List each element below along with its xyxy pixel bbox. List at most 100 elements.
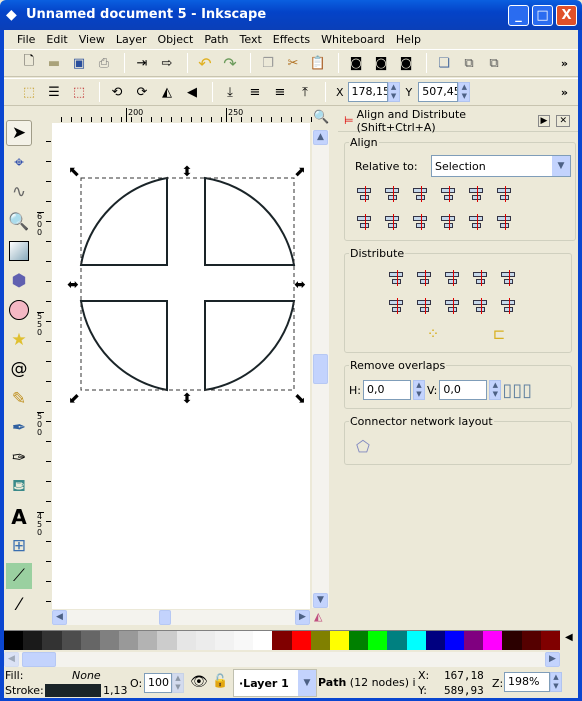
deselect-icon[interactable]: ⬚ <box>68 81 90 103</box>
color-swatch[interactable] <box>291 631 311 650</box>
panel-menu-button[interactable]: ▶ <box>537 114 551 127</box>
align-bottom-to-top-button[interactable] <box>351 208 379 236</box>
align-baseline-vertical-button[interactable] <box>491 208 519 236</box>
scroll-right-button[interactable]: ▶ <box>295 610 310 625</box>
color-swatch[interactable] <box>272 631 292 650</box>
new-document-icon[interactable]: 🗋 <box>18 52 40 74</box>
distribute-baseline-v-button[interactable] <box>495 292 523 320</box>
color-swatch[interactable] <box>80 631 100 650</box>
duplicate-icon[interactable]: ❏ <box>433 52 455 74</box>
h-spinner[interactable]: ▲ ▼ <box>412 380 425 400</box>
scroll-down-button[interactable]: ▼ <box>313 593 328 608</box>
color-swatch[interactable] <box>99 631 120 650</box>
menu-file[interactable]: File <box>12 30 41 49</box>
horizontal-scrollbar[interactable]: ◀ ▶ <box>52 610 310 625</box>
color-swatch[interactable] <box>61 631 81 650</box>
stroke-width[interactable]: 1,13 <box>103 684 128 697</box>
color-swatch[interactable] <box>540 631 560 650</box>
palette-menu-icon[interactable]: ◀ <box>565 632 573 643</box>
scroll-up-button[interactable]: ▲ <box>313 130 328 145</box>
toolbar-overflow-button[interactable]: » <box>561 57 568 70</box>
menu-whiteboard[interactable]: Whiteboard <box>316 30 391 49</box>
opacity-spinner[interactable]: ▲ ▼ <box>172 673 184 693</box>
menu-edit[interactable]: Edit <box>41 30 73 49</box>
zoom-tool-icon[interactable]: 🔍 <box>6 209 32 235</box>
color-swatch[interactable] <box>214 631 235 650</box>
distribute-center-h-button[interactable] <box>411 264 439 292</box>
color-swatch[interactable] <box>195 631 215 650</box>
flip-horizontal-icon[interactable]: ◭ <box>156 81 178 103</box>
drawing-canvas[interactable]: ⬉ ⬍ ⬈ ⬌ ⬌ ⬋ ⬍ ⬊ <box>52 123 310 609</box>
color-swatch[interactable] <box>253 631 273 650</box>
x-spinner[interactable]: ▲ ▼ <box>387 82 400 102</box>
rotate-cw-icon[interactable]: ⟳ <box>131 81 153 103</box>
horizontal-scroll-thumb[interactable] <box>159 610 171 625</box>
pen-tool-icon[interactable]: ✒ <box>6 415 32 441</box>
import-icon[interactable]: ⇥ <box>131 52 153 74</box>
text-tool-icon[interactable]: A <box>6 504 32 530</box>
tweak-tool-icon[interactable]: ∿ <box>6 179 32 205</box>
lower-icon[interactable]: ≡ <box>244 81 266 103</box>
selector-tool-icon[interactable]: ➤ <box>6 120 32 146</box>
randomize-centers-button[interactable]: ⁘ <box>419 320 447 348</box>
color-swatch[interactable] <box>521 631 541 650</box>
color-swatch[interactable] <box>425 631 445 650</box>
relative-to-dropdown[interactable]: Selection ▼ <box>431 155 571 177</box>
flip-vertical-icon[interactable]: ◀ <box>181 81 203 103</box>
distribute-center-v-button[interactable] <box>411 292 439 320</box>
pencil-tool-icon[interactable]: ✎ <box>6 386 32 412</box>
distribute-bottom-button[interactable] <box>439 292 467 320</box>
distribute-baseline-h-button[interactable] <box>495 264 523 292</box>
scroll-left-button[interactable]: ◀ <box>52 610 67 625</box>
color-swatch[interactable] <box>464 631 484 650</box>
align-left-edges-button[interactable] <box>379 180 407 208</box>
align-top-to-bottom-button[interactable] <box>463 208 491 236</box>
menu-view[interactable]: View <box>74 30 111 49</box>
menu-effects[interactable]: Effects <box>268 30 316 49</box>
toolbar-overflow-button[interactable]: » <box>561 86 568 99</box>
color-swatch[interactable] <box>329 631 350 650</box>
close-button[interactable]: X <box>556 5 577 26</box>
color-swatch[interactable] <box>42 631 62 650</box>
vertical-ruler[interactable]: 600 550 500 450 <box>36 122 51 608</box>
color-swatch[interactable] <box>138 631 158 650</box>
save-icon[interactable]: ▣ <box>68 52 90 74</box>
palette-scroll-right[interactable]: ▶ <box>545 652 560 667</box>
palette-scroll-left[interactable]: ◀ <box>4 652 19 667</box>
palette-scrollbar[interactable]: ◀ ▶ <box>4 652 560 667</box>
color-swatch[interactable] <box>349 631 369 650</box>
zoom-corner-icon[interactable]: 🔍 <box>313 110 329 125</box>
color-swatch[interactable] <box>157 631 177 650</box>
calligraphy-tool-icon[interactable]: ✑ <box>6 445 32 471</box>
print-icon[interactable]: ⎙ <box>93 52 115 74</box>
zoom-page-icon[interactable]: ◙ <box>395 52 417 74</box>
color-swatch[interactable] <box>483 631 503 650</box>
color-swatch[interactable] <box>23 631 43 650</box>
dropper-tool-icon[interactable]: ⁄ <box>6 592 32 618</box>
h-input[interactable]: 0,0 <box>362 380 411 400</box>
select-all-layers-icon[interactable]: ☰ <box>43 81 65 103</box>
unclump-button[interactable]: ⊏ <box>485 320 513 348</box>
maximize-button[interactable]: □ <box>532 5 553 26</box>
node-tool-icon[interactable]: ⌖ <box>6 150 32 176</box>
center-vertical-axis-button[interactable] <box>407 180 435 208</box>
layer-lock-icon[interactable]: 🔓 <box>212 674 228 689</box>
star-tool-icon[interactable]: ★ <box>6 327 32 353</box>
align-baseline-horizontal-button[interactable] <box>491 180 519 208</box>
align-right-edges-button[interactable] <box>435 180 463 208</box>
color-swatch[interactable] <box>502 631 522 650</box>
zoom-input[interactable]: 198% <box>504 672 550 692</box>
layer-dropdown[interactable]: ·Layer 1 ▼ <box>233 669 317 697</box>
open-icon[interactable]: ▬ <box>43 52 65 74</box>
menu-object[interactable]: Object <box>153 30 200 49</box>
align-bottom-edges-button[interactable] <box>435 208 463 236</box>
color-swatch[interactable] <box>310 631 330 650</box>
raise-to-top-icon[interactable]: ⤒ <box>294 81 316 103</box>
panel-close-button[interactable]: ✕ <box>556 114 570 127</box>
menu-path[interactable]: Path <box>199 30 234 49</box>
vertical-scroll-thumb[interactable] <box>313 354 328 384</box>
color-swatch[interactable] <box>368 631 388 650</box>
color-swatch[interactable] <box>406 631 426 650</box>
rectangle-tool-icon[interactable] <box>6 238 32 264</box>
redo-icon[interactable]: ↷ <box>219 52 241 74</box>
